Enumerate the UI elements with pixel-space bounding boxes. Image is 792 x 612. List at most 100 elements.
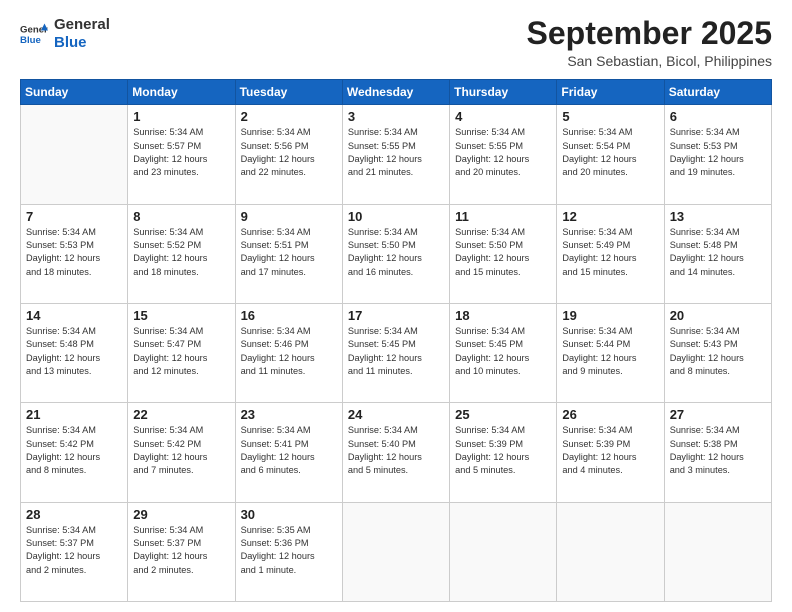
- calendar-cell: 24 Sunrise: 5:34 AM Sunset: 5:40 PM Dayli…: [342, 403, 449, 502]
- day-number: 20: [670, 308, 766, 323]
- day-info: Sunrise: 5:34 AM Sunset: 5:38 PM Dayligh…: [670, 424, 766, 477]
- calendar-cell: 11 Sunrise: 5:34 AM Sunset: 5:50 PM Dayli…: [450, 204, 557, 303]
- calendar-cell: 26 Sunrise: 5:34 AM Sunset: 5:39 PM Dayli…: [557, 403, 664, 502]
- day-number: 5: [562, 109, 658, 124]
- logo: General Blue General Blue: [20, 16, 110, 52]
- logo-general-text: General: [54, 16, 110, 34]
- day-number: 29: [133, 507, 229, 522]
- day-info: Sunrise: 5:34 AM Sunset: 5:52 PM Dayligh…: [133, 226, 229, 279]
- calendar-cell: [342, 502, 449, 601]
- day-number: 17: [348, 308, 444, 323]
- calendar-cell: [664, 502, 771, 601]
- day-info: Sunrise: 5:34 AM Sunset: 5:41 PM Dayligh…: [241, 424, 337, 477]
- day-number: 30: [241, 507, 337, 522]
- day-info: Sunrise: 5:34 AM Sunset: 5:45 PM Dayligh…: [455, 325, 551, 378]
- calendar-cell: [21, 105, 128, 204]
- day-number: 7: [26, 209, 122, 224]
- day-number: 21: [26, 407, 122, 422]
- svg-text:Blue: Blue: [20, 35, 41, 46]
- day-info: Sunrise: 5:34 AM Sunset: 5:51 PM Dayligh…: [241, 226, 337, 279]
- header: General Blue General Blue September 2025…: [20, 16, 772, 69]
- calendar-cell: 9 Sunrise: 5:34 AM Sunset: 5:51 PM Daylig…: [235, 204, 342, 303]
- day-info: Sunrise: 5:34 AM Sunset: 5:54 PM Dayligh…: [562, 126, 658, 179]
- calendar-week-1: 1 Sunrise: 5:34 AM Sunset: 5:57 PM Daylig…: [21, 105, 772, 204]
- day-number: 10: [348, 209, 444, 224]
- calendar-cell: 18 Sunrise: 5:34 AM Sunset: 5:45 PM Dayli…: [450, 303, 557, 402]
- calendar-cell: 14Sunrise: 5:34 AM Sunset: 5:48 PM Dayli…: [21, 303, 128, 402]
- day-info: Sunrise: 5:34 AM Sunset: 5:45 PM Dayligh…: [348, 325, 444, 378]
- day-info: Sunrise: 5:34 AM Sunset: 5:39 PM Dayligh…: [455, 424, 551, 477]
- day-number: 19: [562, 308, 658, 323]
- calendar-cell: 6 Sunrise: 5:34 AM Sunset: 5:53 PM Daylig…: [664, 105, 771, 204]
- col-saturday: Saturday: [664, 80, 771, 105]
- day-info: Sunrise: 5:34 AM Sunset: 5:53 PM Dayligh…: [26, 226, 122, 279]
- day-number: 15: [133, 308, 229, 323]
- calendar-cell: 13 Sunrise: 5:34 AM Sunset: 5:48 PM Dayli…: [664, 204, 771, 303]
- calendar-cell: 17 Sunrise: 5:34 AM Sunset: 5:45 PM Dayli…: [342, 303, 449, 402]
- day-info: Sunrise: 5:34 AM Sunset: 5:37 PM Dayligh…: [133, 524, 229, 577]
- calendar-cell: 25 Sunrise: 5:34 AM Sunset: 5:39 PM Dayli…: [450, 403, 557, 502]
- day-info: Sunrise: 5:34 AM Sunset: 5:48 PM Dayligh…: [670, 226, 766, 279]
- day-info: Sunrise: 5:34 AM Sunset: 5:50 PM Dayligh…: [348, 226, 444, 279]
- day-number: 28: [26, 507, 122, 522]
- calendar-cell: 8 Sunrise: 5:34 AM Sunset: 5:52 PM Daylig…: [128, 204, 235, 303]
- day-info: Sunrise: 5:34 AM Sunset: 5:53 PM Dayligh…: [670, 126, 766, 179]
- calendar-page: General Blue General Blue September 2025…: [0, 0, 792, 612]
- calendar-cell: 16 Sunrise: 5:34 AM Sunset: 5:46 PM Dayli…: [235, 303, 342, 402]
- calendar-week-4: 21 Sunrise: 5:34 AM Sunset: 5:42 PM Dayli…: [21, 403, 772, 502]
- calendar-cell: 12 Sunrise: 5:34 AM Sunset: 5:49 PM Dayli…: [557, 204, 664, 303]
- calendar-table: Sunday Monday Tuesday Wednesday Thursday…: [20, 79, 772, 602]
- day-info: Sunrise: 5:34 AM Sunset: 5:43 PM Dayligh…: [670, 325, 766, 378]
- day-number: 8: [133, 209, 229, 224]
- day-info: Sunrise: 5:34 AM Sunset: 5:56 PM Dayligh…: [241, 126, 337, 179]
- col-wednesday: Wednesday: [342, 80, 449, 105]
- calendar-cell: 23 Sunrise: 5:34 AM Sunset: 5:41 PM Dayli…: [235, 403, 342, 502]
- day-info: Sunrise: 5:34 AM Sunset: 5:44 PM Dayligh…: [562, 325, 658, 378]
- calendar-cell: 7 Sunrise: 5:34 AM Sunset: 5:53 PM Daylig…: [21, 204, 128, 303]
- col-thursday: Thursday: [450, 80, 557, 105]
- day-info: Sunrise: 5:34 AM Sunset: 5:49 PM Dayligh…: [562, 226, 658, 279]
- logo-blue-text: Blue: [54, 34, 110, 52]
- calendar-cell: 21Sunrise: 5:34 AM Sunset: 5:42 PM Dayli…: [21, 403, 128, 502]
- calendar-cell: 27Sunrise: 5:34 AM Sunset: 5:38 PM Dayli…: [664, 403, 771, 502]
- day-number: 13: [670, 209, 766, 224]
- day-number: 16: [241, 308, 337, 323]
- calendar-cell: 30Sunrise: 5:35 AM Sunset: 5:36 PM Dayli…: [235, 502, 342, 601]
- day-number: 18: [455, 308, 551, 323]
- calendar-cell: [557, 502, 664, 601]
- day-info: Sunrise: 5:34 AM Sunset: 5:55 PM Dayligh…: [455, 126, 551, 179]
- calendar-week-5: 28 Sunrise: 5:34 AM Sunset: 5:37 PM Dayli…: [21, 502, 772, 601]
- day-info: Sunrise: 5:34 AM Sunset: 5:39 PM Dayligh…: [562, 424, 658, 477]
- day-info: Sunrise: 5:34 AM Sunset: 5:42 PM Dayligh…: [133, 424, 229, 477]
- calendar-cell: 19 Sunrise: 5:34 AM Sunset: 5:44 PM Dayli…: [557, 303, 664, 402]
- calendar-cell: 20 Sunrise: 5:34 AM Sunset: 5:43 PM Dayli…: [664, 303, 771, 402]
- calendar-cell: 28 Sunrise: 5:34 AM Sunset: 5:37 PM Dayli…: [21, 502, 128, 601]
- day-info: Sunrise: 5:34 AM Sunset: 5:50 PM Dayligh…: [455, 226, 551, 279]
- calendar-cell: 10 Sunrise: 5:34 AM Sunset: 5:50 PM Dayli…: [342, 204, 449, 303]
- day-number: 24: [348, 407, 444, 422]
- day-number: 23: [241, 407, 337, 422]
- day-number: 1: [133, 109, 229, 124]
- day-info: Sunrise: 5:34 AM Sunset: 5:40 PM Dayligh…: [348, 424, 444, 477]
- day-number: 22: [133, 407, 229, 422]
- day-number: 9: [241, 209, 337, 224]
- day-number: 26: [562, 407, 658, 422]
- calendar-header-row: Sunday Monday Tuesday Wednesday Thursday…: [21, 80, 772, 105]
- calendar-cell: 3Sunrise: 5:34 AM Sunset: 5:55 PM Daylig…: [342, 105, 449, 204]
- day-info: Sunrise: 5:34 AM Sunset: 5:57 PM Dayligh…: [133, 126, 229, 179]
- day-number: 11: [455, 209, 551, 224]
- day-info: Sunrise: 5:34 AM Sunset: 5:55 PM Dayligh…: [348, 126, 444, 179]
- day-number: 12: [562, 209, 658, 224]
- day-info: Sunrise: 5:34 AM Sunset: 5:48 PM Dayligh…: [26, 325, 122, 378]
- title-block: September 2025 San Sebastian, Bicol, Phi…: [527, 16, 772, 69]
- day-number: 6: [670, 109, 766, 124]
- day-info: Sunrise: 5:34 AM Sunset: 5:46 PM Dayligh…: [241, 325, 337, 378]
- location: San Sebastian, Bicol, Philippines: [527, 53, 772, 69]
- col-monday: Monday: [128, 80, 235, 105]
- day-number: 2: [241, 109, 337, 124]
- col-sunday: Sunday: [21, 80, 128, 105]
- day-info: Sunrise: 5:34 AM Sunset: 5:37 PM Dayligh…: [26, 524, 122, 577]
- day-info: Sunrise: 5:34 AM Sunset: 5:47 PM Dayligh…: [133, 325, 229, 378]
- calendar-cell: [450, 502, 557, 601]
- day-number: 25: [455, 407, 551, 422]
